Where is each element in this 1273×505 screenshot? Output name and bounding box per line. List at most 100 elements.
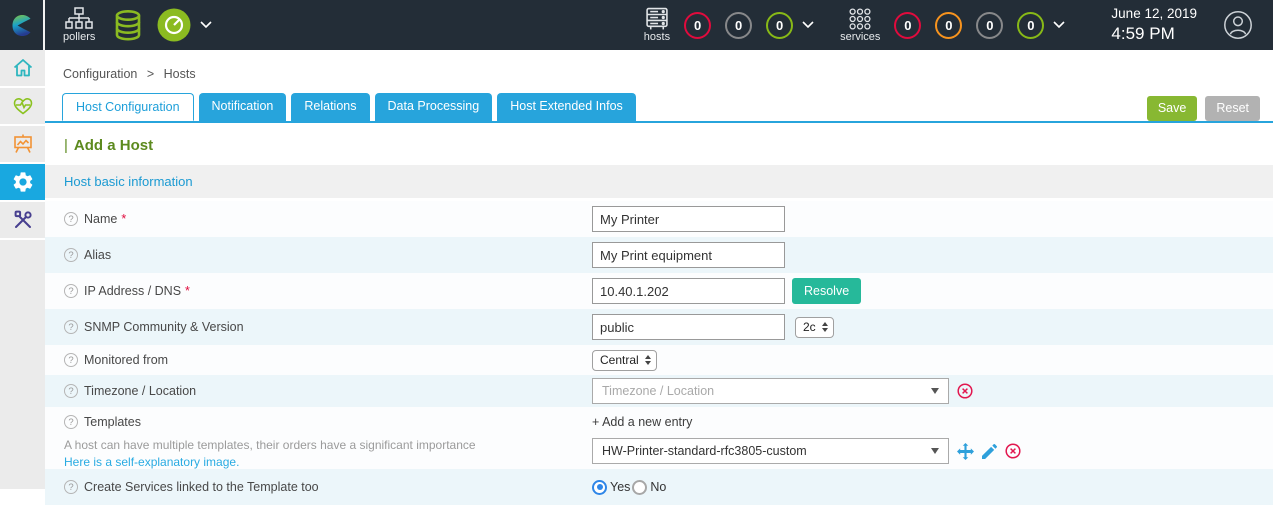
breadcrumb-section[interactable]: Configuration: [63, 67, 137, 81]
help-icon[interactable]: [64, 384, 78, 398]
timezone-select[interactable]: Timezone / Location: [592, 378, 949, 404]
templates-helper-link[interactable]: Here is a self-explanatory image.: [64, 455, 239, 469]
help-icon[interactable]: [64, 480, 78, 494]
centreon-logo-icon: [12, 14, 31, 36]
database-menu[interactable]: [111, 9, 145, 41]
templates-label: Templates: [84, 415, 141, 429]
breadcrumb: Configuration > Hosts: [45, 50, 1273, 81]
add-template-entry-link[interactable]: + Add a new entry: [592, 415, 692, 429]
sidebar: [0, 50, 45, 489]
form-row-name: Name *: [45, 201, 1273, 237]
heart-pulse-icon: [13, 97, 32, 115]
top-bar: pollers hosts 0 0 0 services 0 0 0 0 Jun…: [0, 0, 1273, 50]
tab-relations[interactable]: Relations: [291, 93, 370, 121]
help-icon[interactable]: [64, 415, 78, 429]
hosts-unreachable-counter[interactable]: 0: [725, 11, 753, 39]
main-content: Configuration > Hosts Host Configuration…: [45, 50, 1273, 505]
resolve-button[interactable]: Resolve: [792, 278, 862, 304]
select-spinner-icon: [644, 355, 651, 365]
user-menu[interactable]: [1223, 10, 1253, 40]
services-critical-counter[interactable]: 0: [894, 11, 922, 39]
pollers-menu[interactable]: pollers: [63, 7, 95, 43]
services-label: services: [840, 31, 881, 43]
user-icon: [1224, 11, 1252, 39]
snmp-version-select[interactable]: 2c: [795, 316, 834, 338]
create-services-no-label: No: [650, 480, 667, 494]
snmp-community-input[interactable]: [592, 314, 785, 340]
services-warning-counter[interactable]: 0: [935, 11, 963, 39]
templates-helper-text: A host can have multiple templates, thei…: [64, 438, 476, 452]
tools-icon: [14, 210, 32, 228]
form-row-ip: IP Address / DNS * Resolve: [45, 273, 1273, 309]
sidebar-item-administration[interactable]: [0, 202, 45, 240]
create-services-label: Create Services linked to the Template t…: [84, 480, 319, 494]
help-icon[interactable]: [64, 284, 78, 298]
sidebar-item-monitoring[interactable]: [0, 88, 45, 126]
monitored-from-select[interactable]: Central: [592, 349, 657, 371]
topbar-right-cluster: hosts 0 0 0 services 0 0 0 0 June 12, 20…: [644, 6, 1273, 44]
reset-button[interactable]: Reset: [1205, 96, 1260, 121]
tab-host-configuration[interactable]: Host Configuration: [62, 93, 194, 121]
form-row-monitored-from: Monitored from Central: [45, 345, 1273, 375]
help-icon[interactable]: [64, 248, 78, 262]
ip-label: IP Address / DNS: [84, 284, 182, 298]
tab-strip: Host Configuration Notification Relation…: [45, 93, 1273, 123]
hosts-chevron-down-icon[interactable]: [802, 21, 814, 29]
create-services-yes-radio[interactable]: [592, 479, 607, 495]
sidebar-item-home[interactable]: [0, 50, 45, 88]
template-edit-button[interactable]: [982, 443, 997, 459]
form-row-create-services: Create Services linked to the Template t…: [45, 469, 1273, 505]
hosts-down-counter[interactable]: 0: [684, 11, 712, 39]
database-icon: [116, 10, 141, 41]
required-marker: *: [185, 284, 190, 298]
hosts-up-counter[interactable]: 0: [766, 11, 794, 39]
services-unknown-counter[interactable]: 0: [976, 11, 1004, 39]
breadcrumb-separator: >: [146, 67, 155, 81]
template-delete-button[interactable]: [1005, 443, 1021, 459]
help-icon[interactable]: [64, 353, 78, 367]
create-services-yes-label: Yes: [610, 480, 631, 494]
alias-input[interactable]: [592, 242, 785, 268]
template-select[interactable]: HW-Printer-standard-rfc3805-custom: [592, 438, 949, 464]
centreon-logo[interactable]: [0, 0, 45, 50]
template-move-button[interactable]: [957, 442, 974, 460]
tab-host-extended-infos[interactable]: Host Extended Infos: [497, 93, 636, 121]
ip-input[interactable]: [592, 278, 785, 304]
dropdown-arrow-icon: [931, 388, 939, 394]
poller-chevron-down-icon[interactable]: [200, 21, 212, 29]
services-chevron-down-icon[interactable]: [1053, 21, 1065, 29]
pollers-label: pollers: [63, 31, 96, 43]
select-spinner-icon: [821, 322, 828, 332]
form-row-templates: Templates A host can have multiple templ…: [45, 407, 1273, 469]
date-text: June 12, 2019: [1111, 5, 1197, 21]
name-label: Name: [84, 212, 118, 226]
services-menu[interactable]: services: [840, 7, 880, 43]
form-row-timezone: Timezone / Location Timezone / Location: [45, 375, 1273, 407]
required-marker: *: [121, 212, 127, 226]
move-arrows-icon: [957, 442, 974, 460]
timezone-label: Timezone / Location: [84, 384, 197, 398]
help-icon[interactable]: [64, 320, 78, 334]
help-icon[interactable]: [64, 212, 78, 226]
gauge-icon: [157, 8, 191, 42]
hosts-label: hosts: [643, 31, 671, 43]
timezone-clear-button[interactable]: [957, 383, 973, 399]
gauge-menu[interactable]: [157, 8, 191, 42]
sidebar-item-reporting[interactable]: [0, 126, 45, 164]
services-ok-counter[interactable]: 0: [1017, 11, 1045, 39]
tab-notification[interactable]: Notification: [198, 93, 287, 121]
breadcrumb-page[interactable]: Hosts: [164, 67, 196, 81]
create-services-no-radio[interactable]: [632, 479, 648, 495]
form-action-buttons: Save Reset: [1139, 96, 1273, 121]
section-header: Host basic information: [45, 165, 1273, 198]
timezone-placeholder: Timezone / Location: [602, 384, 715, 398]
hosts-menu[interactable]: hosts: [644, 7, 670, 43]
dropdown-arrow-icon: [931, 448, 939, 454]
tab-data-processing[interactable]: Data Processing: [374, 93, 493, 121]
save-button[interactable]: Save: [1146, 96, 1198, 121]
monitored-from-label: Monitored from: [84, 353, 169, 367]
alias-label: Alias: [84, 248, 112, 262]
name-input[interactable]: [592, 206, 785, 232]
sidebar-item-configuration[interactable]: [0, 164, 45, 202]
form-row-alias: Alias: [45, 237, 1273, 273]
